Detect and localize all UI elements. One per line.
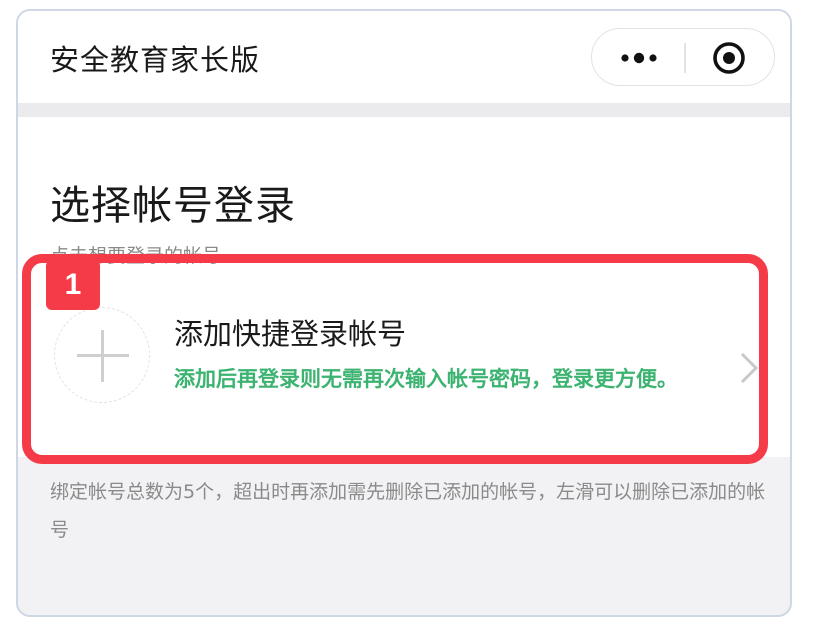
plus-icon bbox=[54, 307, 150, 403]
add-quick-login-account-button[interactable]: 添加快捷登录帐号 添加后再登录则无需再次输入帐号密码，登录更方便。 bbox=[18, 269, 790, 457]
chevron-right-icon bbox=[740, 352, 759, 384]
add-account-title: 添加快捷登录帐号 bbox=[174, 317, 407, 351]
add-account-description: 添加后再登录则无需再次输入帐号密码，登录更方便。 bbox=[174, 367, 678, 391]
record-close-icon[interactable] bbox=[710, 39, 748, 77]
phone-frame: 安全教育家长版 选择帐号登录 点击想要登录的帐号 添加快捷登录帐号 添加后再登录… bbox=[16, 9, 792, 617]
account-limit-note: 绑定帐号总数为5个，超出时再添加需先删除已添加的帐号，左滑可以删除已添加的帐号 bbox=[50, 481, 766, 541]
menu-capsule bbox=[591, 28, 775, 86]
more-dots-icon[interactable] bbox=[614, 43, 664, 73]
annotation-step-badge: 1 bbox=[46, 260, 100, 310]
capsule-divider bbox=[684, 43, 686, 73]
navbar-divider bbox=[18, 103, 790, 117]
app-title: 安全教育家长版 bbox=[50, 43, 261, 77]
page-title: 选择帐号登录 bbox=[50, 183, 296, 229]
login-content: 选择帐号登录 点击想要登录的帐号 添加快捷登录帐号 添加后再登录则无需再次输入帐… bbox=[18, 117, 790, 457]
navigation-bar: 安全教育家长版 bbox=[18, 11, 790, 103]
